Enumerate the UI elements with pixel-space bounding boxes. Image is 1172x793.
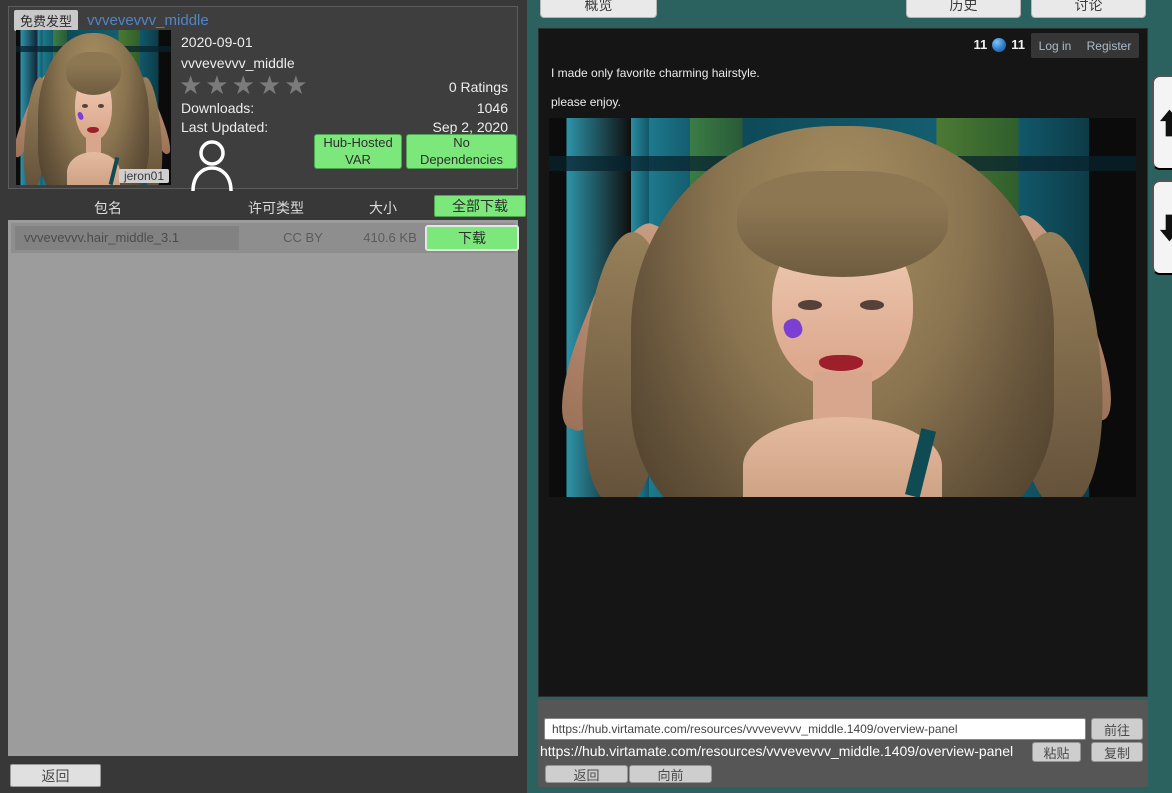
- author-badge: jeron01: [119, 169, 169, 183]
- download-all-button[interactable]: 全部下载: [434, 195, 526, 217]
- thumbnail-image: [16, 30, 171, 185]
- resource-detail-panel: 免费发型 vvvevevvv_middle jeron01 2020-09-01…: [0, 0, 527, 793]
- url-input[interactable]: [544, 718, 1086, 740]
- description-line-2: please enjoy.: [551, 95, 621, 109]
- arrow-up-icon: [1159, 108, 1172, 138]
- tab-overview[interactable]: 概览: [540, 0, 657, 18]
- resource-thumbnail[interactable]: jeron01: [16, 30, 171, 185]
- views-count: 11: [1011, 37, 1025, 52]
- ratings-count: 0 Ratings: [449, 79, 508, 95]
- release-date: 2020-09-01: [181, 34, 253, 50]
- resource-stats: 11 11: [974, 37, 1026, 52]
- column-size: 大小: [338, 198, 428, 218]
- last-updated-value: Sep 2, 2020: [432, 119, 508, 135]
- resource-title-link[interactable]: vvvevevvv_middle: [87, 12, 209, 29]
- resource-image-render: [549, 118, 1136, 497]
- likes-count: 11: [974, 37, 988, 52]
- hub-hosted-var-badge: Hub-Hosted VAR: [314, 134, 402, 169]
- scene-shape-bangs: [66, 52, 122, 95]
- paste-button[interactable]: 粘贴: [1032, 742, 1081, 762]
- scroll-down-button[interactable]: [1152, 180, 1172, 275]
- downloads-value: 1046: [477, 100, 508, 116]
- scene-shape-lips: [819, 355, 863, 371]
- description-line-1: I made only favorite charming hairstyle.: [551, 66, 760, 80]
- license-value: CC BY: [263, 223, 343, 253]
- browser-back-button[interactable]: 返回: [545, 765, 628, 783]
- embedded-web-view: 11 11 Log in Register I made only favori…: [538, 28, 1148, 697]
- url-bar-strip: 前往 https://hub.virtamate.com/resources/v…: [538, 700, 1148, 787]
- package-file-name[interactable]: vvvevevvv.hair_middle_3.1: [15, 226, 239, 250]
- scroll-up-button[interactable]: [1152, 75, 1172, 170]
- scene-shape-eyeR: [860, 300, 883, 310]
- download-button[interactable]: 下载: [425, 225, 519, 251]
- views-icon: [992, 38, 1006, 52]
- table-row: vvvevevvv.hair_middle_3.1 CC BY 410.6 KB…: [11, 223, 515, 253]
- size-value: 410.6 KB: [347, 223, 433, 253]
- downloads-label: Downloads:: [181, 100, 254, 116]
- hub-browser-panel: 概览 历史 讨论 11 11 Log in Register I made on…: [527, 0, 1172, 793]
- rating-stars[interactable]: ★★★★★: [179, 70, 311, 101]
- resource-image: [549, 118, 1136, 497]
- register-link[interactable]: Register: [1087, 39, 1132, 53]
- tab-history[interactable]: 历史: [906, 0, 1021, 18]
- scene-shape-eyeL: [798, 300, 821, 310]
- no-dependencies-badge: No Dependencies: [406, 134, 517, 169]
- app-root: { "left_panel": { "card": { "badge": "免费…: [0, 0, 1172, 793]
- free-hairstyle-badge: 免费发型: [14, 10, 78, 31]
- login-link[interactable]: Log in: [1039, 39, 1072, 53]
- package-list: vvvevevvv.hair_middle_3.1 CC BY 410.6 KB…: [8, 220, 518, 756]
- current-url-text: https://hub.virtamate.com/resources/vvve…: [540, 743, 1013, 759]
- arrow-down-icon: [1159, 213, 1172, 243]
- column-package-name: 包名: [58, 198, 158, 218]
- back-button[interactable]: 返回: [10, 764, 101, 787]
- resource-card: 免费发型 vvvevevvv_middle jeron01 2020-09-01…: [8, 6, 518, 189]
- user-avatar-icon: [189, 137, 235, 191]
- last-updated-label: Last Updated:: [181, 119, 268, 135]
- copy-button[interactable]: 复制: [1091, 742, 1143, 762]
- scene-shape-bangs: [737, 171, 948, 277]
- go-button[interactable]: 前往: [1091, 718, 1143, 740]
- column-license-type: 许可类型: [226, 198, 326, 218]
- package-name: vvvevevvv_middle: [181, 55, 295, 71]
- tab-discussion[interactable]: 讨论: [1031, 0, 1146, 18]
- auth-links: Log in Register: [1031, 33, 1139, 58]
- package-table-header: 包名 许可类型 大小 全部下载: [8, 196, 518, 218]
- browser-forward-button[interactable]: 向前: [629, 765, 712, 783]
